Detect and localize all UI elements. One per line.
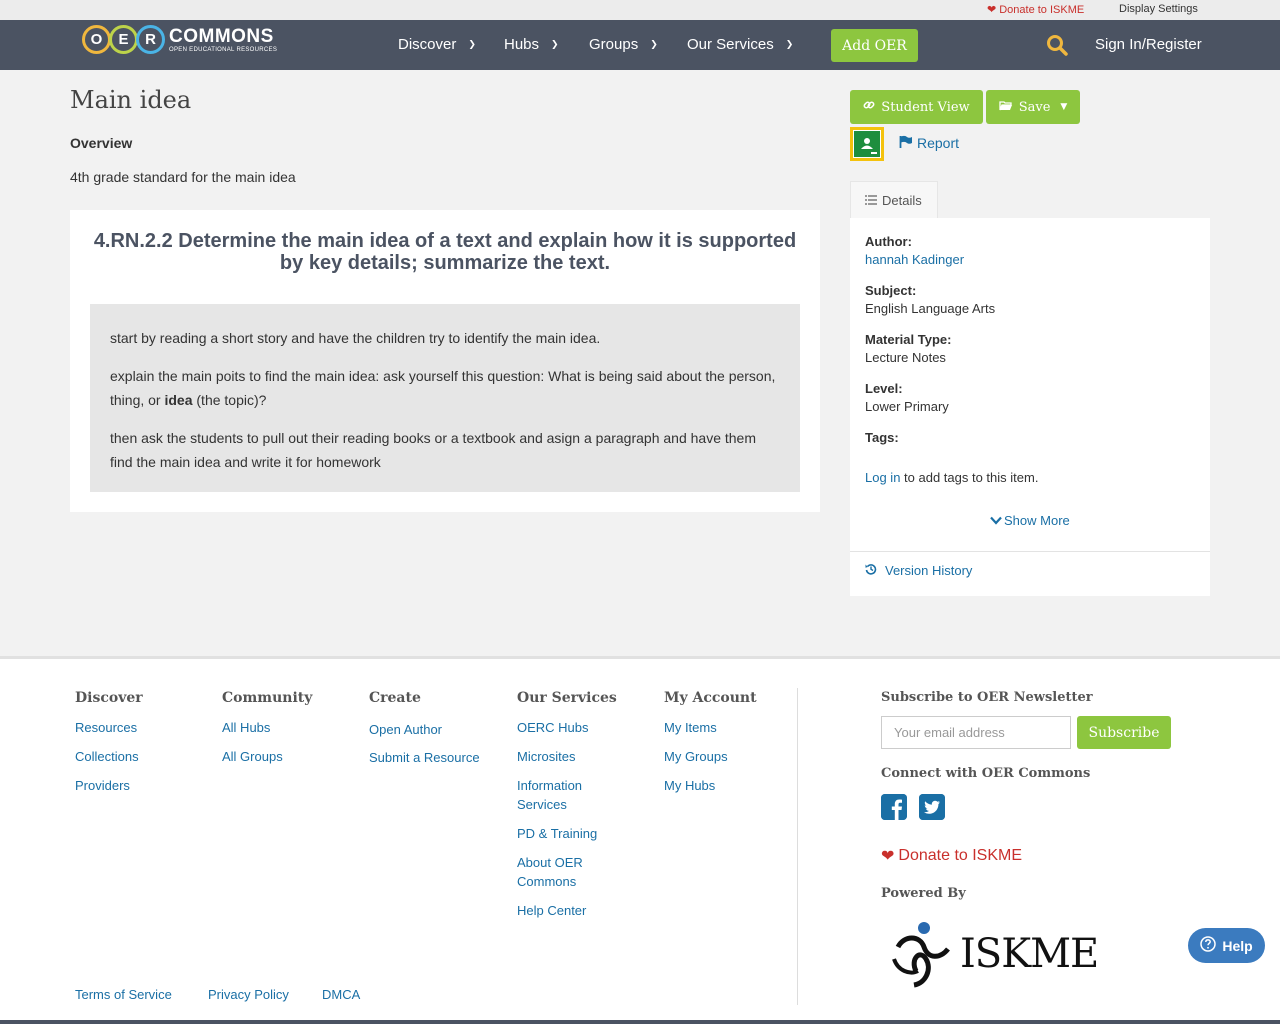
- twitter-icon[interactable]: [919, 794, 945, 820]
- logo-letter-o: O: [82, 25, 111, 54]
- footer-link-submit-resource[interactable]: Submit a Resource: [369, 748, 480, 767]
- nav-discover[interactable]: Discover ❯: [398, 36, 476, 53]
- iskme-swirl-icon: [892, 922, 950, 988]
- footer-heading-create: Create: [369, 690, 421, 706]
- footer-donate-link[interactable]: ❤ Donate to ISKME: [881, 846, 1022, 866]
- footer-link-pd-training[interactable]: PD & Training: [517, 824, 597, 843]
- author-link[interactable]: hannah Kadinger: [865, 252, 964, 267]
- details-panel: Author: hannah Kadinger Subject: English…: [850, 218, 1210, 596]
- overview-heading: Overview: [70, 135, 133, 151]
- footer-link-about-oer-commons[interactable]: About OER Commons: [517, 853, 607, 891]
- google-classroom-icon: [854, 131, 880, 157]
- heart-icon: ❤: [987, 4, 997, 16]
- logo-wordmark: COMMONS OPEN EDUCATIONAL RESOURCES: [169, 25, 278, 53]
- footer-heading-our-services: Our Services: [517, 690, 617, 706]
- heart-icon: ❤: [881, 848, 895, 865]
- donate-link[interactable]: ❤ Donate to ISKME: [987, 3, 1084, 17]
- powered-by-heading: Powered By: [881, 886, 966, 901]
- question-circle-icon: [1200, 936, 1217, 955]
- save-dropdown-button[interactable]: Save ▼: [986, 90, 1080, 124]
- nav-groups[interactable]: Groups ❯: [589, 36, 658, 53]
- report-link[interactable]: Report: [899, 135, 959, 151]
- subscribe-button[interactable]: Subscribe: [1077, 716, 1171, 749]
- footer-bottom-bar: [0, 1020, 1280, 1024]
- nav-our-services[interactable]: Our Services ❯: [687, 36, 793, 53]
- lesson-paragraph: start by reading a short story and have …: [110, 330, 601, 346]
- footer-link-my-groups[interactable]: My Groups: [664, 747, 728, 766]
- display-settings-link[interactable]: Display Settings: [1119, 3, 1198, 15]
- panel-divider: [850, 551, 1210, 552]
- connect-heading: Connect with OER Commons: [881, 766, 1091, 781]
- subject-value: English Language Arts: [865, 301, 996, 316]
- logo-letter-e: E: [109, 25, 138, 54]
- footer-link-oerc-hubs[interactable]: OERC Hubs: [517, 718, 589, 737]
- show-more-link[interactable]: Show More: [990, 513, 1070, 528]
- page-title: Main idea: [70, 86, 192, 114]
- footer-link-my-items[interactable]: My Items: [664, 718, 717, 737]
- chevron-down-icon: ❯: [785, 39, 794, 49]
- footer-link-help-center[interactable]: Help Center: [517, 901, 586, 920]
- version-history-link[interactable]: Version History: [865, 563, 972, 578]
- dmca-link[interactable]: DMCA: [322, 985, 360, 1004]
- lesson-paragraph: then ask the students to pull out their …: [110, 430, 756, 470]
- tags-login-prompt: Log in to add tags to this item.: [865, 470, 1039, 485]
- lesson-standard-heading: 4.RN.2.2 Determine the main idea of a te…: [93, 230, 797, 274]
- lesson-body: start by reading a short story and have …: [90, 304, 800, 492]
- overview-text: 4th grade standard for the main idea: [70, 169, 296, 185]
- add-oer-button[interactable]: Add OER: [831, 29, 918, 62]
- footer-link-collections[interactable]: Collections: [75, 747, 139, 766]
- sign-in-register-link[interactable]: Sign In/Register: [1095, 36, 1202, 53]
- help-button[interactable]: Help: [1188, 928, 1265, 963]
- footer-link-my-hubs[interactable]: My Hubs: [664, 776, 715, 795]
- history-icon: [865, 563, 877, 578]
- chevron-down-icon: ❯: [650, 39, 658, 49]
- newsletter-email-input[interactable]: [881, 716, 1071, 749]
- caret-down-icon: ▼: [1060, 102, 1068, 112]
- footer-link-microsites[interactable]: Microsites: [517, 747, 576, 766]
- level-value: Lower Primary: [865, 399, 949, 414]
- footer-heading-my-account: My Account: [664, 690, 757, 706]
- main-navbar: O E R COMMONS OPEN EDUCATIONAL RESOURCES…: [0, 20, 1280, 70]
- link-icon: [863, 99, 875, 115]
- oer-commons-logo[interactable]: O E R COMMONS OPEN EDUCATIONAL RESOURCES: [82, 25, 277, 54]
- material-type-label: Material Type:: [865, 332, 952, 347]
- list-icon: [865, 193, 877, 208]
- nav-hubs[interactable]: Hubs ❯: [504, 36, 559, 53]
- logo-letter-r: R: [136, 25, 165, 54]
- iskme-logo[interactable]: ISKME: [890, 919, 1099, 989]
- flag-icon: [899, 135, 913, 151]
- footer-heading-community: Community: [222, 690, 313, 706]
- footer-link-information-services[interactable]: Information Services: [517, 776, 617, 814]
- chevron-down-icon: [990, 513, 1002, 528]
- footer-link-open-author[interactable]: Open Author: [369, 720, 442, 739]
- newsletter-heading: Subscribe to OER Newsletter: [881, 690, 1093, 705]
- tags-label: Tags:: [865, 430, 899, 445]
- material-type-value: Lecture Notes: [865, 350, 946, 365]
- google-classroom-share-button[interactable]: [850, 127, 884, 161]
- footer-divider: [797, 688, 798, 1005]
- utility-bar: ❤ Donate to ISKME Display Settings: [0, 0, 1280, 20]
- footer-link-resources[interactable]: Resources: [75, 718, 137, 737]
- lesson-content-card: 4.RN.2.2 Determine the main idea of a te…: [70, 210, 820, 512]
- login-link[interactable]: Log in: [865, 470, 900, 485]
- tab-details[interactable]: Details: [850, 181, 938, 218]
- student-view-button[interactable]: Student View: [850, 90, 983, 124]
- chevron-down-icon: ❯: [468, 39, 476, 49]
- level-label: Level:: [865, 381, 903, 396]
- facebook-icon[interactable]: [881, 794, 907, 820]
- privacy-policy-link[interactable]: Privacy Policy: [208, 985, 289, 1004]
- footer-link-providers[interactable]: Providers: [75, 776, 130, 795]
- search-icon[interactable]: [1046, 34, 1068, 61]
- site-footer: Discover Resources Collections Providers…: [0, 656, 1280, 1024]
- footer-link-all-groups[interactable]: All Groups: [222, 747, 283, 766]
- author-label: Author:: [865, 234, 912, 249]
- chevron-down-icon: ❯: [551, 39, 559, 49]
- folder-open-icon: [999, 100, 1013, 115]
- lesson-paragraph: explain the main poits to find the main …: [110, 368, 776, 408]
- subject-label: Subject:: [865, 283, 917, 298]
- terms-of-service-link[interactable]: Terms of Service: [75, 985, 172, 1004]
- footer-heading-discover: Discover: [75, 690, 143, 706]
- footer-link-all-hubs[interactable]: All Hubs: [222, 718, 270, 737]
